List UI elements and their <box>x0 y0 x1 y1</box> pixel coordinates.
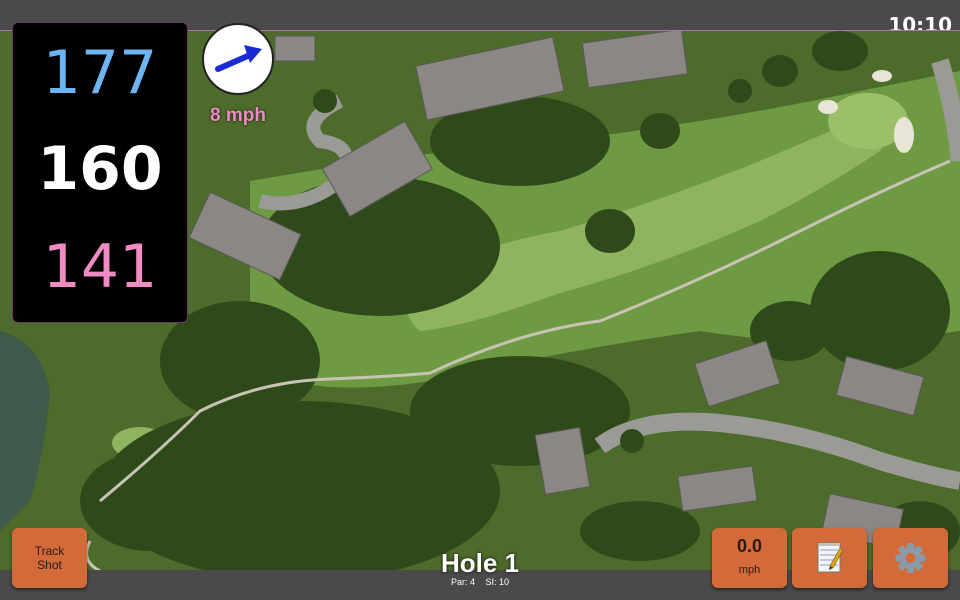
wind-direction-dial <box>202 23 274 95</box>
settings-button[interactable] <box>873 528 948 588</box>
hole-par: Par: 4 <box>450 577 475 587</box>
track-shot-label-line1: Track <box>34 544 65 558</box>
hole-stroke-index: SI: 10 <box>485 577 510 587</box>
gear-icon <box>895 543 926 573</box>
speed-button[interactable]: 0.0 mph <box>712 528 787 588</box>
scorecard-notes-button[interactable] <box>792 528 867 588</box>
speed-unit: mph <box>738 564 761 576</box>
distance-back: 177 <box>42 38 158 108</box>
distance-middle: 160 <box>37 134 163 204</box>
track-shot-button[interactable]: Track Shot <box>12 528 87 588</box>
wind-speed-label: 8 mph <box>210 105 266 126</box>
notepad-icon <box>817 542 844 573</box>
speed-value: 0.0 <box>736 536 763 556</box>
hole-title: Hole 1 <box>440 548 520 578</box>
hole-details: Par: 4 SI: 10 <box>380 577 580 587</box>
distance-panel: 177 160 141 <box>12 22 188 323</box>
track-shot-label-line2: Shot <box>37 558 62 572</box>
distance-front: 141 <box>42 232 158 302</box>
wind-arrow-icon <box>215 45 262 72</box>
